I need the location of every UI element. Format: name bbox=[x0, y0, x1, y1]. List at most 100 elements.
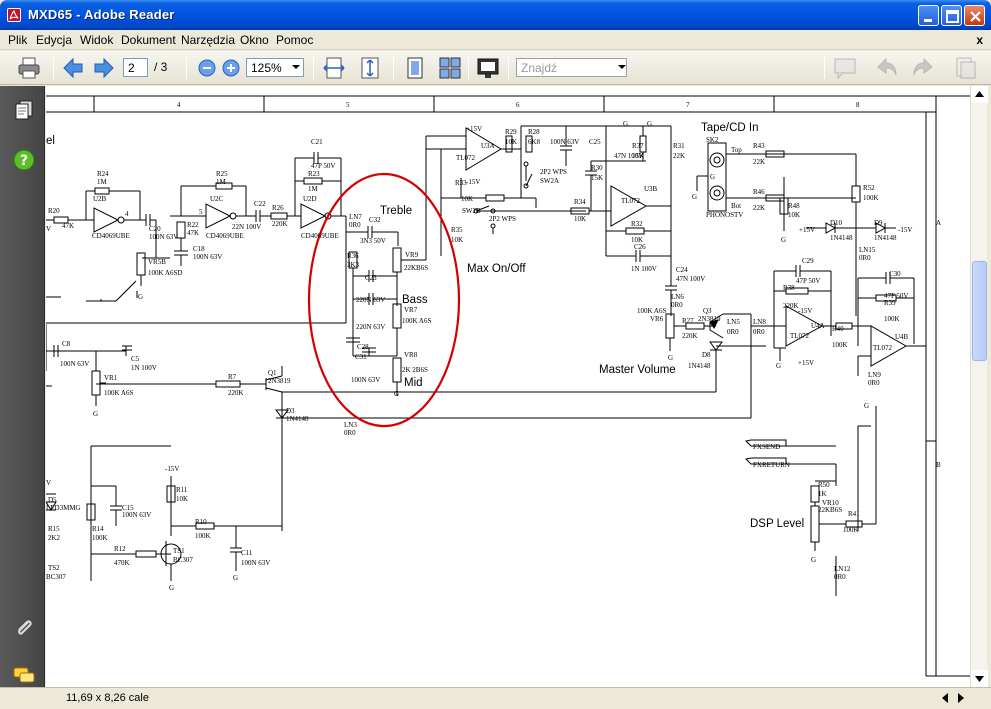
close-icon bbox=[970, 11, 981, 22]
minimize-button[interactable] bbox=[918, 5, 939, 26]
title-bar[interactable]: MXD65 - Adobe Reader bbox=[0, 0, 991, 30]
comments-icon[interactable] bbox=[12, 664, 36, 688]
component-label: R37 bbox=[632, 142, 644, 150]
zoom-in-icon[interactable] bbox=[218, 55, 244, 81]
vertical-scrollbar[interactable] bbox=[970, 86, 988, 687]
component-label: FXSEND bbox=[753, 443, 780, 451]
component-label: 47K bbox=[187, 229, 199, 237]
help-icon[interactable]: ? bbox=[12, 148, 36, 172]
component-label: G bbox=[233, 574, 238, 582]
component-label: 100K bbox=[195, 532, 211, 540]
toolbar-separator bbox=[393, 57, 394, 79]
component-label: 22N 100V bbox=[232, 223, 261, 231]
pages-icon[interactable] bbox=[12, 98, 36, 122]
scroll-down-button[interactable] bbox=[971, 670, 988, 687]
menu-edycja[interactable]: Edycja bbox=[36, 33, 72, 47]
chevron-down-icon[interactable] bbox=[292, 65, 300, 69]
component-label: 470K bbox=[114, 559, 130, 567]
component-label: R34 bbox=[574, 198, 586, 206]
menu-okno[interactable]: Okno bbox=[240, 33, 269, 47]
component-label: R48 bbox=[788, 202, 800, 210]
component-label: 47P 50V bbox=[796, 277, 820, 285]
component-label: TS1 bbox=[173, 547, 185, 555]
fit-page-icon[interactable] bbox=[357, 55, 383, 81]
component-label: 0R0 bbox=[859, 254, 871, 262]
component-label: U4B bbox=[895, 333, 909, 341]
component-label: 1M bbox=[308, 185, 319, 193]
fullscreen-icon[interactable] bbox=[475, 55, 501, 81]
component-label: R25 bbox=[216, 170, 228, 178]
component-label: R14 bbox=[92, 525, 104, 533]
comment-icon[interactable] bbox=[832, 55, 858, 81]
component-label: TL072 bbox=[621, 197, 641, 205]
component-label: R52 bbox=[863, 184, 875, 192]
component-label: 100N 63V bbox=[122, 511, 151, 519]
column-number: 6 bbox=[516, 101, 520, 109]
menu-widok[interactable]: Widok bbox=[80, 33, 113, 47]
component-label: 0R0 bbox=[344, 429, 356, 437]
prev-page-icon[interactable] bbox=[60, 55, 86, 81]
undo-icon[interactable] bbox=[874, 55, 900, 81]
component-label: 100N 63V bbox=[241, 559, 270, 567]
component-label: 100K bbox=[843, 526, 859, 534]
component-label: R28 bbox=[528, 128, 540, 136]
component-label: 100K A6S bbox=[104, 389, 133, 397]
next-page-icon[interactable] bbox=[91, 55, 117, 81]
fit-width-icon[interactable] bbox=[321, 55, 347, 81]
component-label: 0R0 bbox=[868, 379, 880, 387]
label-mid: Mid bbox=[404, 377, 423, 389]
menu-narzedzia[interactable]: Narzędzia bbox=[181, 33, 235, 47]
component-label: 6K8 bbox=[528, 138, 541, 146]
component-label: 1N4148 bbox=[874, 234, 897, 242]
scroll-up-button[interactable] bbox=[971, 86, 988, 103]
component-label: R41 bbox=[848, 510, 860, 518]
component-label: 2P2 WPS bbox=[540, 168, 567, 176]
component-label: VR5B bbox=[148, 258, 166, 266]
component-label: C29 bbox=[802, 257, 814, 265]
component-label: 100K bbox=[92, 534, 108, 542]
component-label: 2K 2B6S bbox=[402, 366, 428, 374]
component-label: -15V bbox=[798, 307, 812, 315]
single-page-icon[interactable] bbox=[402, 55, 428, 81]
redo-icon[interactable] bbox=[910, 55, 936, 81]
component-label: R24 bbox=[97, 170, 109, 178]
component-label: 220K bbox=[272, 220, 288, 228]
component-label: G bbox=[623, 120, 628, 128]
component-label: 4 bbox=[125, 210, 129, 218]
attachment-icon[interactable] bbox=[12, 616, 36, 640]
page-number-input[interactable]: 2 bbox=[123, 58, 148, 77]
component-label: 15K bbox=[591, 174, 603, 182]
component-label: C23 bbox=[365, 274, 377, 282]
two-page-icon[interactable] bbox=[437, 55, 463, 81]
scroll-thumb[interactable] bbox=[972, 261, 987, 361]
scroll-left-button[interactable] bbox=[942, 693, 948, 703]
document-close-button[interactable]: x bbox=[976, 33, 983, 47]
document-view[interactable]: 4 5 6 7 8 A B el Treble Bass Mid Max On/… bbox=[46, 86, 970, 687]
component-label: 100K bbox=[863, 194, 879, 202]
chevron-down-icon[interactable] bbox=[618, 65, 626, 69]
component-label: Bot bbox=[731, 202, 741, 210]
scroll-right-button[interactable] bbox=[958, 693, 964, 703]
export-icon[interactable] bbox=[952, 55, 978, 81]
close-button[interactable] bbox=[964, 5, 985, 26]
toolbar-separator bbox=[468, 57, 469, 79]
component-label: R11 bbox=[176, 486, 188, 494]
menu-pomoc[interactable]: Pomoc bbox=[276, 33, 313, 47]
component-label: 22KB6S bbox=[404, 264, 428, 272]
label-cut-el: el bbox=[46, 135, 55, 147]
component-label: G bbox=[93, 410, 98, 418]
component-label: 1N4148 bbox=[830, 234, 853, 242]
print-icon[interactable] bbox=[16, 55, 42, 81]
component-label: R36 bbox=[347, 252, 359, 260]
component-label: 22K bbox=[753, 204, 765, 212]
zoom-out-icon[interactable] bbox=[194, 55, 220, 81]
component-label: BC307 bbox=[173, 556, 193, 564]
find-input[interactable]: Znajdź bbox=[516, 58, 627, 77]
component-label: CD4069UBE bbox=[301, 232, 339, 240]
menu-plik[interactable]: Plik bbox=[8, 33, 27, 47]
menu-dokument[interactable]: Dokument bbox=[121, 33, 176, 47]
maximize-icon bbox=[946, 10, 959, 23]
maximize-button[interactable] bbox=[941, 5, 962, 26]
component-label: 10K bbox=[505, 138, 517, 146]
component-label: G bbox=[138, 293, 143, 301]
